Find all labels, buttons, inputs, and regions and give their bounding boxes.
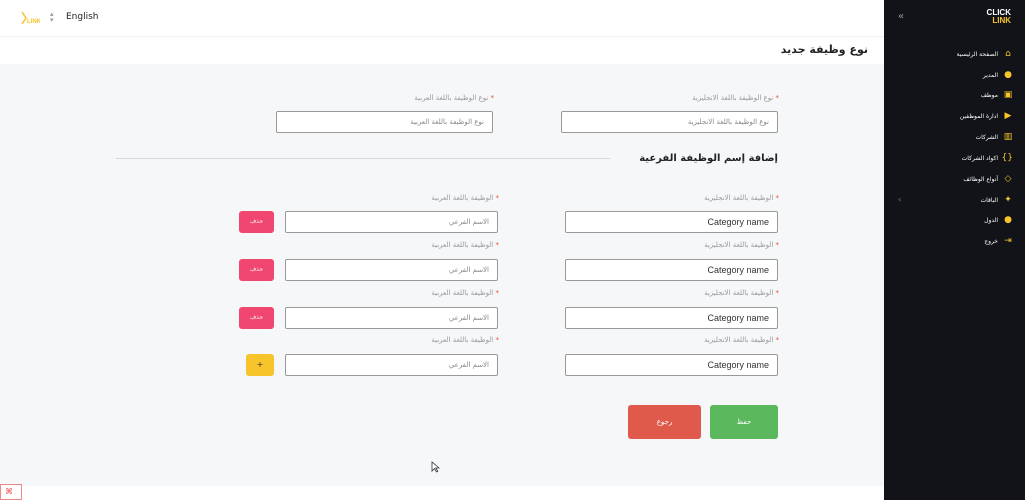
top-bar: LINK ▴ ▾ English — [0, 0, 884, 36]
sub-en-label: * الوظيفة باللغة الانجليزية — [704, 289, 779, 297]
laravel-badge-icon: ⌘ — [0, 484, 22, 500]
user-badge-icon: ▣ — [1003, 90, 1013, 100]
sub-en-label: * الوظيفة باللغة الانجليزية — [704, 194, 779, 202]
package-icon: ✦ — [1004, 195, 1012, 205]
home-icon: ⌂ — [1005, 49, 1011, 59]
sidebar-item-managers[interactable]: ● المدير — [983, 67, 1013, 83]
sidebar-item-company-codes[interactable]: {} اكواد الشركات — [962, 150, 1013, 166]
sidebar-item-job-types[interactable]: ◇ أنواع الوظائف — [963, 171, 1013, 187]
delete-button[interactable]: حذف — [239, 211, 274, 233]
sub-ar-input[interactable]: الاسم الفرعي — [285, 354, 498, 376]
sub-en-label: * الوظيفة باللغة الانجليزية — [704, 336, 779, 344]
sub-en-input[interactable]: Category name — [565, 259, 778, 281]
main-content: * نوع الوظيفة باللغة الانجليزية نوع الوظ… — [0, 64, 884, 500]
sub-en-input[interactable]: Category name — [565, 307, 778, 329]
sub-en-input[interactable]: Category name — [565, 211, 778, 233]
section-divider — [116, 158, 610, 159]
title-bar: نوع وظيفة جديد — [0, 36, 884, 64]
sub-ar-input[interactable]: الاسم الفرعي — [285, 211, 498, 233]
sub-ar-label: * الوظيفة باللغة العربية — [431, 336, 499, 344]
group-icon: ● — [1004, 215, 1012, 225]
sidebar: « CLICK LINK ⌂ الصفحة الرئيسية ● المدير … — [884, 0, 1025, 500]
logout-icon: ⇥ — [1004, 236, 1012, 246]
type-en-label: * نوع الوظيفة باللغة الانجليزية — [692, 94, 779, 102]
tag-icon: ◇ — [1004, 174, 1012, 184]
svg-text:LINK: LINK — [27, 19, 40, 25]
sub-ar-label: * الوظيفة باللغة العربية — [431, 241, 499, 249]
sidebar-item-employee[interactable]: ▣ موظف — [981, 87, 1013, 103]
collapse-sidebar-icon[interactable]: « — [898, 11, 904, 22]
logo-icon: LINK — [21, 11, 40, 25]
sub-ar-label: * الوظيفة باللغة العربية — [431, 194, 499, 202]
sub-ar-label: * الوظيفة باللغة العربية — [431, 289, 499, 297]
mouse-cursor-icon — [431, 461, 440, 473]
sidebar-item-logout[interactable]: ⇥ خروج — [984, 233, 1013, 249]
sub-ar-input[interactable]: الاسم الفرعي — [285, 307, 498, 329]
type-ar-input[interactable]: نوع الوظيفة باللغة العربية — [276, 111, 493, 133]
sub-ar-input[interactable]: الاسم الفرعي — [285, 259, 498, 281]
brand-logo: CLICK LINK — [986, 8, 1011, 25]
add-row-button[interactable]: + — [246, 354, 274, 376]
chevron-left-icon[interactable]: ‹ — [898, 195, 901, 204]
users-icon: ● — [1004, 70, 1012, 80]
page-title: نوع وظيفة جديد — [780, 43, 868, 56]
sidebar-item-packages[interactable]: ✦ الباقات — [981, 192, 1013, 208]
sidebar-item-companies[interactable]: ▥ الشركات — [976, 129, 1014, 145]
sidebar-item-home[interactable]: ⌂ الصفحة الرئيسية — [957, 46, 1013, 62]
type-en-input[interactable]: نوع الوظيفة باللغة الانجليزية — [561, 111, 778, 133]
delete-button[interactable]: حذف — [239, 259, 274, 281]
building-icon: ▥ — [1003, 132, 1013, 142]
sidebar-item-countries[interactable]: ● الدول — [984, 212, 1013, 228]
subsection-title: إضافة إسم الوظيفة الفرعية — [639, 153, 778, 164]
video-icon: ▶ — [1004, 111, 1012, 121]
delete-button[interactable]: حذف — [239, 307, 274, 329]
sub-en-label: * الوظيفة باللغة الانجليزية — [704, 241, 779, 249]
sidebar-item-employee-management[interactable]: ▶ ادارة الموظفين — [960, 108, 1013, 124]
language-selector[interactable]: English — [66, 12, 99, 22]
sub-en-input[interactable]: Category name — [565, 354, 778, 376]
save-button[interactable]: حفظ — [710, 405, 778, 439]
language-switch-icon[interactable]: ▴ ▾ — [50, 11, 54, 24]
back-button[interactable]: رجوع — [628, 405, 701, 439]
bottom-strip — [0, 486, 884, 500]
code-icon: {} — [1001, 153, 1013, 163]
type-ar-label: * نوع الوظيفة باللغة العربية — [414, 94, 494, 102]
